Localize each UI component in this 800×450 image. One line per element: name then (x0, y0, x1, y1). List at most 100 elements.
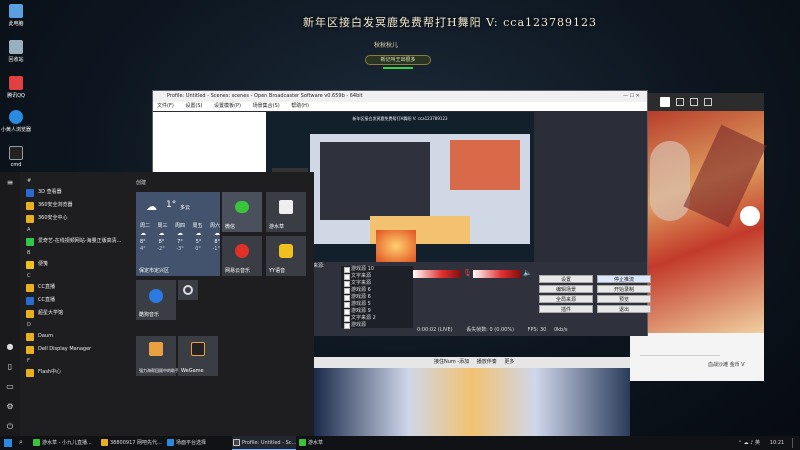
toolbar-icon[interactable] (676, 98, 684, 106)
weather-lows-label: -1° (212, 246, 221, 252)
pictures-icon[interactable]: ▭ (5, 382, 15, 392)
mascot-icon (740, 206, 760, 226)
settings-button[interactable]: 设置 (539, 275, 593, 283)
document-icon[interactable]: ▯ (5, 362, 15, 372)
tray-icons[interactable]: ⌃ ☁ ♪ 英 (700, 439, 760, 447)
desktop-icon-this-pc[interactable]: 此电脑 (0, 4, 32, 27)
source-item[interactable]: 游戏源 6 (341, 287, 413, 294)
stream-time: 0:00:02 (LIVE) (417, 327, 453, 333)
toolbar-icon[interactable] (690, 98, 698, 106)
app-item[interactable]: 360安全中心 (24, 212, 132, 225)
weather-lows: 4° -2° -3° 0° -1° (140, 246, 220, 252)
folder-icon (26, 202, 34, 210)
start-record-button[interactable]: 开始录制 (597, 285, 651, 293)
app-item[interactable]: CC直播 (24, 281, 132, 294)
show-desktop-button[interactable] (792, 438, 798, 448)
taskbar-item[interactable]: 游水草 - 小九儿直播... (32, 436, 100, 450)
weather-days-label: 周四 (174, 223, 185, 229)
assistant-tile[interactable]: 强力海帮回顾中的助手 (136, 336, 179, 376)
section-letter[interactable]: B (24, 248, 132, 258)
desktop-icon-browser[interactable]: 小黄人浏览器 (0, 110, 32, 133)
exit-button[interactable]: 退出 (597, 305, 651, 313)
cloud-icon: ☁ (177, 230, 183, 237)
kugou-tile[interactable]: 酷狗音乐 (136, 280, 176, 320)
source-item[interactable]: 文字来源 2 (341, 315, 413, 322)
app-item[interactable]: 360安全浏览器 (24, 199, 132, 212)
hamburger-icon[interactable]: ≡ (5, 178, 15, 188)
cloud-icon: ☁ (140, 230, 146, 237)
app-item[interactable]: 3D 查看器 (24, 186, 132, 199)
app-item[interactable]: 超星大学馆 (24, 307, 132, 320)
section-letter[interactable]: A (24, 225, 132, 235)
desktop-icon-label: cmd (10, 162, 22, 168)
app-item[interactable]: 便笺 (24, 258, 132, 271)
preview-button[interactable]: 预览 (597, 295, 651, 303)
app-item[interactable]: Dell Display Manager (24, 343, 132, 356)
menu-help[interactable]: 帮助(H) (291, 103, 309, 109)
menu-settings[interactable]: 设置(S) (185, 103, 202, 109)
menu-file[interactable]: 文件(F) (157, 103, 174, 109)
steam-tile[interactable] (178, 280, 198, 300)
netease-music-tile-label: 网易云音乐 (225, 268, 251, 274)
mini-bar-item[interactable]: 播放伴奏 (477, 359, 497, 365)
app-icon (101, 439, 108, 446)
section-letter[interactable]: F (24, 356, 132, 366)
player-control-bar: 接住Num -添加 播放伴奏 更多 (314, 357, 630, 368)
edit-scene-button[interactable]: 编辑场景 (539, 285, 593, 293)
game-window[interactable]: 血战沙滩 金币 V (630, 93, 767, 381)
computer-icon (9, 4, 23, 18)
global-sources-button[interactable]: 全局来源 (539, 295, 593, 303)
toolbar-icon[interactable] (704, 98, 712, 106)
section-letter[interactable]: D (24, 320, 132, 330)
app-icon (33, 439, 40, 446)
app-item[interactable]: Daum (24, 330, 132, 343)
user-icon[interactable]: ● (5, 342, 15, 352)
app-item[interactable]: CC直播 (24, 294, 132, 307)
source-item[interactable]: 文字来源 (341, 273, 413, 280)
mic-icon[interactable]: 🎙 (463, 269, 472, 277)
stop-stream-button[interactable]: 停止推流 (597, 275, 651, 283)
windows-start-icon[interactable] (4, 439, 12, 447)
obs-title-bar: Profile: Untitled - Scenes: scenes - Ope… (153, 91, 647, 102)
mini-bar-item[interactable]: 接住Num -添加 (434, 359, 469, 365)
section-letter[interactable]: # (24, 176, 132, 186)
wegame-tile-label: WeGame (181, 368, 204, 374)
taskbar-item[interactable]: 场面平台选择 (166, 436, 232, 450)
game-background-art (314, 368, 630, 436)
water-tile[interactable]: 游水草 (266, 192, 306, 232)
gear-icon[interactable]: ⚙ (5, 402, 15, 412)
plugins-button[interactable]: 插件 (539, 305, 593, 313)
wegame-tile[interactable]: WeGame (178, 336, 218, 376)
source-item[interactable]: 游戏源 10 (341, 266, 413, 273)
source-item[interactable]: 游戏源 9 (341, 308, 413, 315)
desktop-icon-recycle-bin[interactable]: 回收站 (0, 40, 32, 63)
app-item[interactable]: Flash中心 (24, 366, 132, 379)
sources-list[interactable]: 游戏源 10 文字来源 文字来源 游戏源 6 游戏源 6 游戏源 5 游戏源 9… (341, 266, 413, 329)
wechat-tile[interactable]: 微信 (222, 192, 262, 232)
source-item[interactable]: 文字来源 (341, 280, 413, 287)
search-icon[interactable]: ⌕ (19, 438, 29, 448)
netease-music-tile[interactable]: 网易云音乐 (222, 236, 262, 276)
power-icon[interactable]: ⏻ (5, 422, 15, 432)
home-icon[interactable] (660, 97, 670, 107)
section-letter[interactable]: C (24, 271, 132, 281)
taskbar-item[interactable]: 38800917 网吧先代... (100, 436, 166, 450)
mini-bar-item[interactable]: 更多 (504, 359, 514, 365)
clock[interactable]: 10:21 (764, 436, 790, 450)
source-item[interactable]: 游戏源 5 (341, 301, 413, 308)
desktop-icon-qq[interactable]: 腾讯QQ (0, 76, 32, 99)
weather-tile[interactable]: ☁ 1° 多云 周二 周三 周四 周五 周六 ☁ ☁ ☁ ☁ ☁ 8° 8° 7° 5° 8° 4° -2… (136, 192, 220, 276)
app-item-label: 3D 查看器 (38, 189, 62, 195)
speaker-icon[interactable]: 🔈 (523, 269, 532, 277)
yy-voice-tile[interactable]: YY语音 (266, 236, 306, 276)
source-item[interactable]: 游戏源 6 (341, 294, 413, 301)
desktop-icon-cmd[interactable]: cmd (0, 146, 32, 168)
weather-highs-label: 8° (214, 239, 220, 245)
window-controls[interactable]: — ☐ ✕ (623, 93, 645, 100)
menu-scene-collection[interactable]: 场景集合(S) (253, 103, 280, 109)
app-item[interactable]: 爱奇艺-在线视频网站-海量正版高清... (24, 235, 132, 248)
taskbar-item-obs[interactable]: Profile: Untitled - Sc... (232, 436, 296, 450)
menu-profile[interactable]: 设置模板(P) (214, 103, 241, 109)
iqiyi-icon (26, 238, 34, 246)
taskbar-item[interactable]: 游水草 (298, 436, 338, 450)
